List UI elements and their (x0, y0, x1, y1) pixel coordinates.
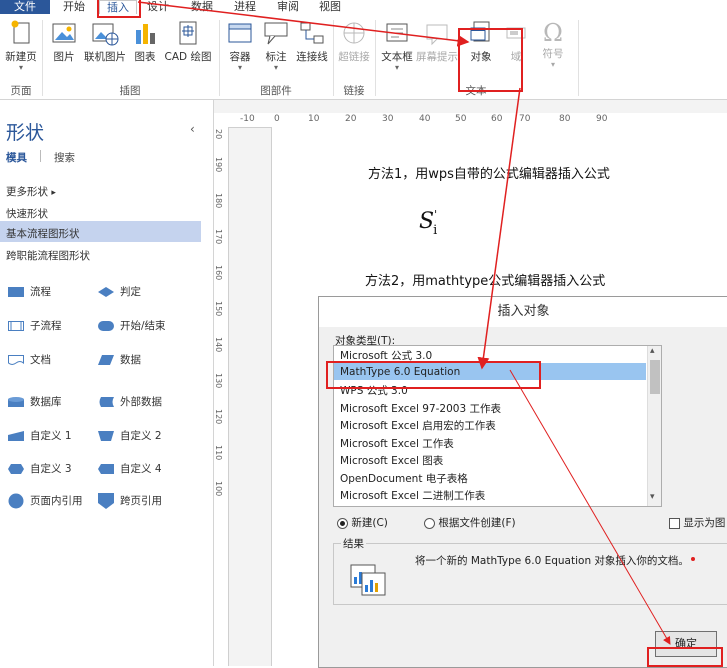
arrow-to-object-button (137, 1, 470, 47)
arrow-to-mathtype-item (477, 87, 521, 370)
arrow-to-ok-button (509, 369, 671, 645)
annotation-arrows (137, 1, 671, 645)
